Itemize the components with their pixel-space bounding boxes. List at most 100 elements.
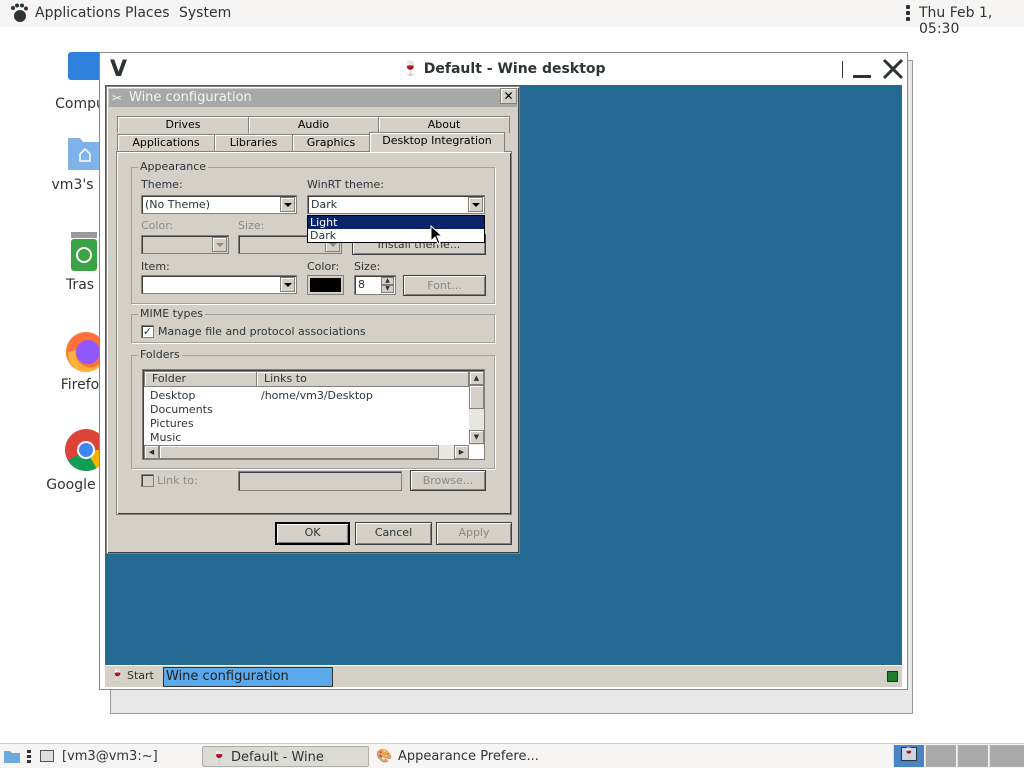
dropdown-option-dark[interactable]: Dark (308, 229, 484, 242)
dialog-title: Wine configuration (129, 90, 252, 105)
scroll-down-icon[interactable]: ▼ (469, 430, 484, 444)
window-titlebar[interactable]: V 🍷 Default - Wine desktop (100, 53, 907, 85)
system-menu[interactable]: System (179, 5, 231, 21)
workspace-3[interactable] (957, 745, 988, 767)
link-to-field[interactable] (238, 471, 402, 491)
tab-about[interactable]: About (378, 116, 510, 133)
size-label: Size: (354, 260, 381, 273)
link-to-checkbox[interactable] (141, 474, 154, 487)
group-label: MIME types (138, 307, 205, 320)
wine-taskbar-item[interactable]: Wine configuration (163, 667, 333, 687)
item-select[interactable] (141, 275, 297, 294)
color-select-disabled[interactable] (141, 235, 229, 254)
vertical-scrollbar[interactable]: ▲ ▼ (469, 371, 484, 445)
chevron-down-icon (212, 237, 227, 252)
bottom-panel: [vm3@vm3:~] 🍷 Default - Wine desk... 🎨 A… (0, 743, 1024, 768)
dropdown-option-light[interactable]: Light (308, 216, 484, 229)
scroll-thumb[interactable] (469, 385, 484, 409)
winrt-theme-value: Dark (311, 198, 338, 211)
places-menu[interactable]: Places (125, 5, 170, 21)
dialog-close-button[interactable]: ✕ (500, 88, 517, 104)
cancel-button[interactable]: Cancel (355, 522, 432, 545)
column-header-links[interactable]: Links to (256, 371, 469, 387)
color-swatch-button[interactable] (307, 275, 344, 295)
list-item[interactable]: Desktop (150, 389, 195, 402)
apply-button[interactable]: Apply (436, 522, 512, 545)
browse-button[interactable]: Browse... (410, 470, 486, 491)
theme-value: (No Theme) (145, 198, 210, 211)
titlebar-separator (842, 61, 843, 78)
group-label: Folders (138, 348, 182, 361)
tray-indicator-icon[interactable] (887, 671, 898, 682)
scroll-up-icon[interactable]: ▲ (469, 371, 484, 385)
mouse-cursor-icon (430, 225, 444, 245)
taskbar-item-appearance[interactable]: 🎨 Appearance Prefere... (374, 746, 544, 767)
applications-menu[interactable]: Applications (35, 5, 121, 21)
spin-down-icon[interactable]: ▼ (381, 285, 394, 293)
horizontal-scrollbar[interactable]: ◀ ▶ (144, 445, 469, 459)
spin-up-icon[interactable]: ▲ (381, 277, 394, 285)
list-item[interactable]: Documents (150, 403, 213, 416)
panel-handle[interactable] (906, 5, 910, 22)
start-label: Start (127, 669, 154, 682)
taskbar-label: Default - Wine desk... (231, 750, 324, 765)
wine-glass-icon: 🍷 (110, 668, 125, 682)
terminal-icon (40, 750, 54, 762)
link-to-label: Link to: (157, 474, 198, 487)
scroll-thumb[interactable] (159, 445, 439, 459)
tools-icon: ✂ (112, 91, 123, 105)
top-panel: Applications Places System Thu Feb 1, 05… (0, 0, 1024, 37)
workspace-2[interactable] (925, 745, 956, 767)
winrt-theme-select[interactable]: Dark (307, 195, 485, 214)
manage-associations-label: Manage file and protocol associations (158, 325, 366, 338)
workspace-1[interactable]: 🍷 (893, 745, 924, 767)
wine-glass-icon: 🍷 (401, 61, 419, 77)
wine-taskbar: 🍷 Start Wine configuration (105, 665, 902, 687)
ok-button[interactable]: OK (275, 522, 350, 545)
home-folder-icon (68, 138, 100, 170)
taskbar-item-terminal[interactable]: [vm3@vm3:~] (40, 746, 195, 767)
tab-drives[interactable]: Drives (117, 116, 249, 133)
list-item-link: /home/vm3/Desktop (261, 389, 373, 402)
color-label: Color: (307, 260, 340, 273)
gnome-foot-icon[interactable] (9, 3, 29, 23)
tab-graphics[interactable]: Graphics (292, 134, 370, 151)
winrt-theme-label: WinRT theme: (307, 178, 384, 191)
panel-handle[interactable] (27, 750, 31, 763)
font-button[interactable]: Font... (403, 275, 486, 296)
taskbar-label: [vm3@vm3:~] (62, 749, 158, 764)
column-header-folder[interactable]: Folder (144, 371, 257, 387)
scroll-left-icon[interactable]: ◀ (144, 445, 159, 459)
chevron-down-icon[interactable] (280, 277, 295, 292)
scroll-right-icon[interactable]: ▶ (454, 445, 469, 459)
tab-desktop-integration[interactable]: Desktop Integration (369, 132, 505, 152)
window-title-text: Default - Wine desktop (423, 61, 606, 77)
manage-associations-checkbox[interactable]: ✓ (141, 325, 154, 338)
list-item[interactable]: Pictures (150, 417, 194, 430)
minimize-button[interactable] (850, 57, 874, 81)
chevron-down-icon[interactable] (468, 197, 483, 212)
size-spinbox[interactable]: 8 ▲ ▼ (354, 275, 396, 295)
folders-list[interactable]: Folder Links to Desktop /home/vm3/Deskto… (142, 369, 485, 460)
workspace-4[interactable] (989, 745, 1024, 767)
dialog-titlebar[interactable]: ✂ Wine configuration (109, 89, 517, 107)
item-label: Item: (141, 260, 170, 273)
start-button[interactable]: 🍷 Start (107, 667, 162, 687)
taskbar-item-wine[interactable]: 🍷 Default - Wine desk... (202, 746, 369, 767)
tab-applications[interactable]: Applications (117, 134, 215, 151)
wine-glass-icon: 🍷 (211, 750, 228, 765)
theme-select[interactable]: (No Theme) (141, 195, 297, 214)
appearance-icon: 🎨 (376, 749, 393, 764)
list-item[interactable]: Music (150, 431, 181, 444)
close-button[interactable] (880, 56, 906, 82)
tab-libraries[interactable]: Libraries (214, 134, 293, 151)
show-desktop-icon[interactable] (3, 747, 21, 765)
taskbar-label: Appearance Prefere... (398, 749, 539, 764)
clock[interactable]: Thu Feb 1, 05:30 (919, 5, 1024, 37)
size-label-disabled: Size: (238, 219, 265, 232)
wine-glass-icon: 🍷 (901, 747, 917, 761)
window-title: 🍷 Default - Wine desktop (100, 61, 907, 77)
chevron-down-icon[interactable] (280, 197, 295, 212)
tab-audio[interactable]: Audio (248, 116, 379, 133)
minimize-icon (853, 75, 871, 78)
